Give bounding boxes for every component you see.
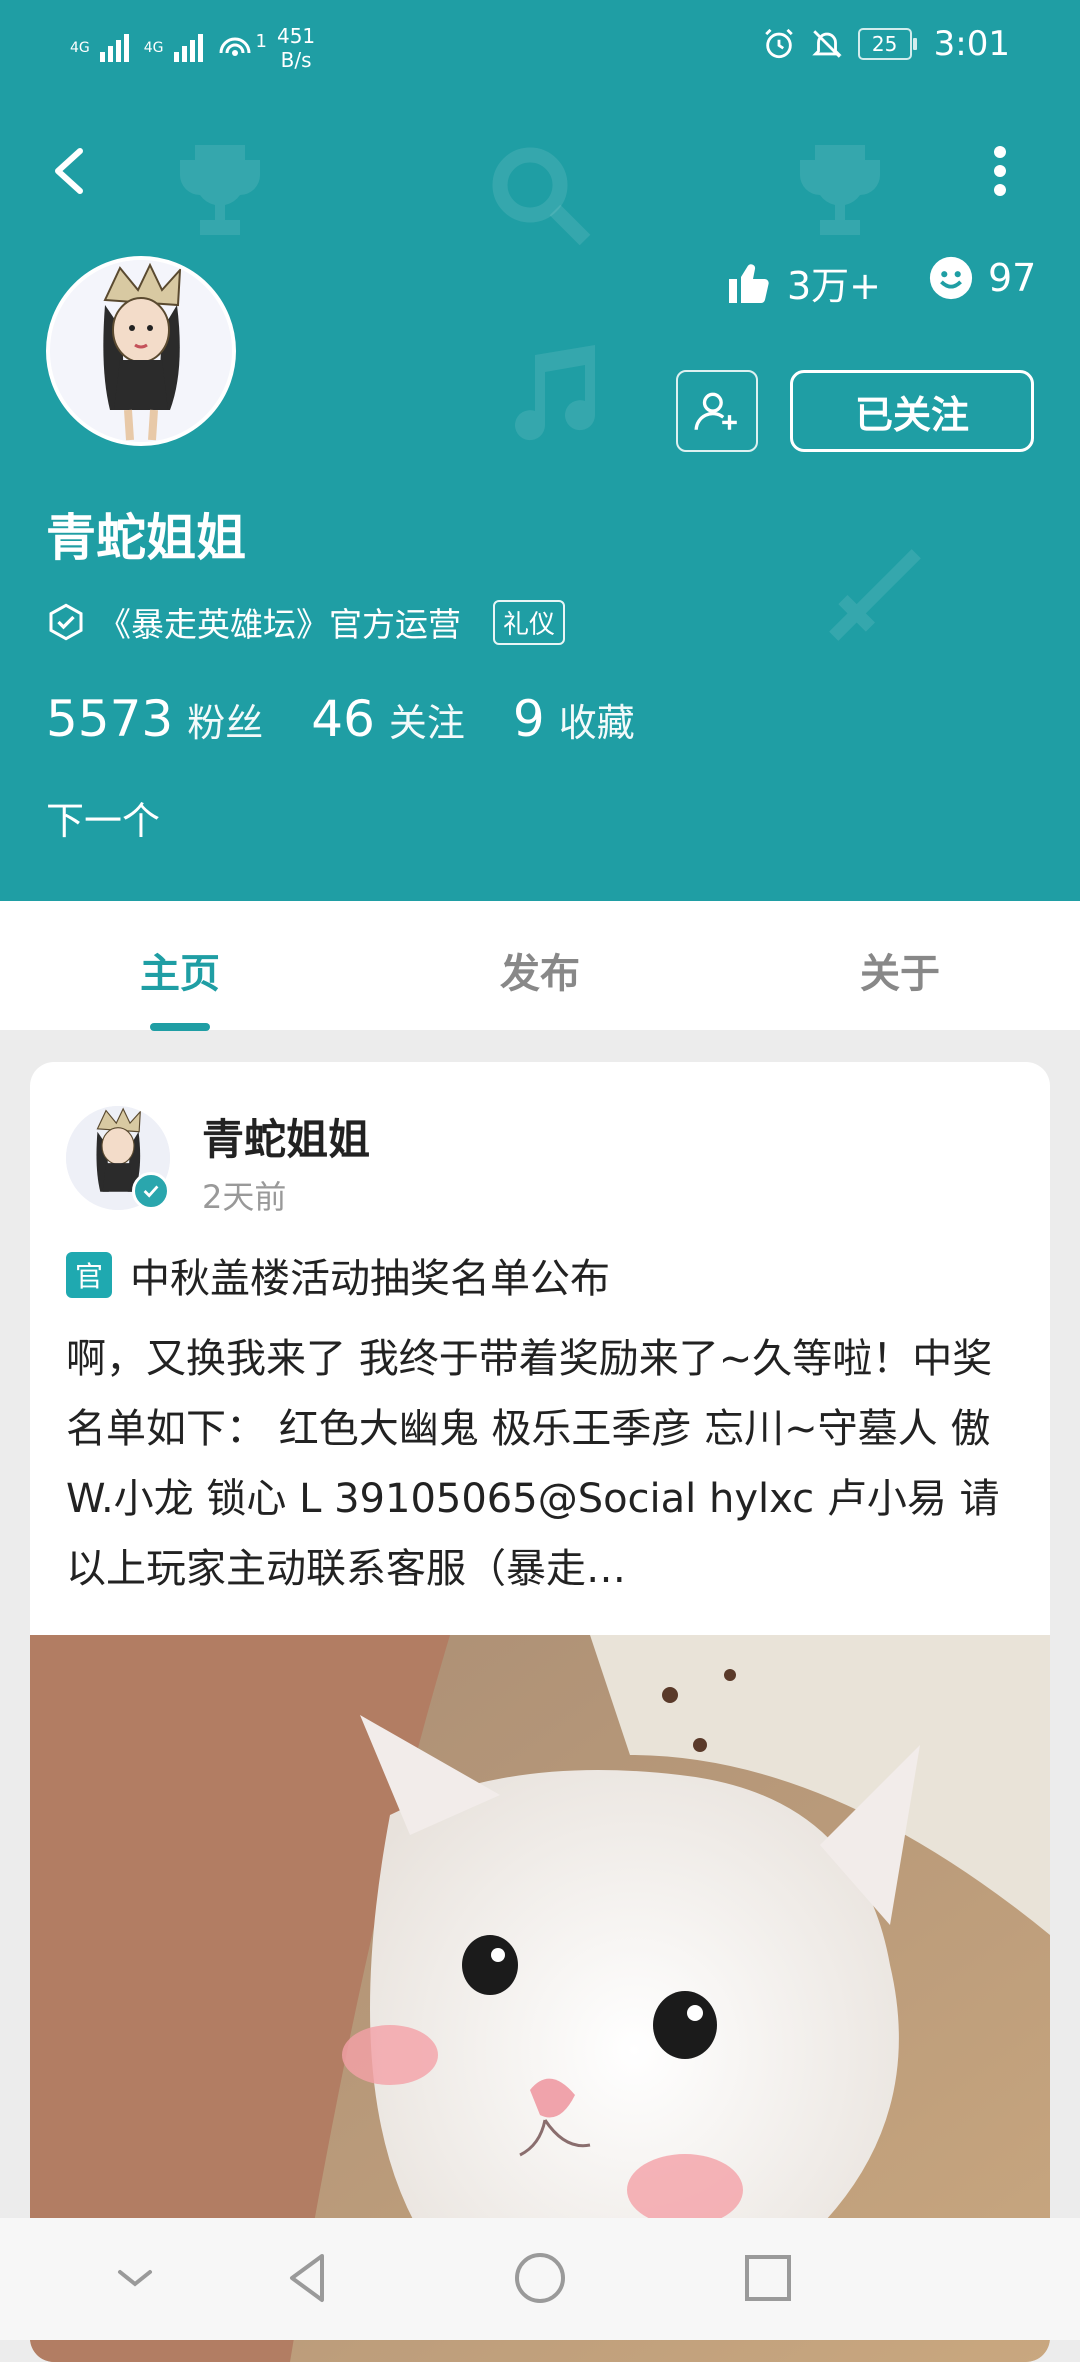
post-title-row[interactable]: 官 中秋盖楼活动抽奖名单公布 xyxy=(66,1246,610,1304)
signal-icon xyxy=(99,34,129,62)
smile-icon xyxy=(929,256,973,300)
nav-home-button[interactable] xyxy=(510,2248,570,2308)
following-count[interactable]: 46 xyxy=(311,690,375,748)
square-recents-icon xyxy=(745,2255,791,2301)
favorites-label[interactable]: 收藏 xyxy=(559,692,635,747)
signal-label-1: 4G xyxy=(70,40,90,56)
clock: 3:01 xyxy=(933,24,1010,64)
verified-badge xyxy=(132,1172,170,1210)
system-navigation-bar xyxy=(0,2218,1080,2340)
circle-home-icon xyxy=(515,2253,565,2303)
verification-text: 《暴走英雄坛》官方运营 xyxy=(98,605,461,644)
net-speed: 451 B/s xyxy=(276,24,316,72)
avatar-illustration xyxy=(50,260,232,442)
hotspot-count: 1 xyxy=(255,30,267,52)
add-friend-button[interactable] xyxy=(676,370,758,452)
followed-button[interactable]: 已关注 xyxy=(790,370,1034,452)
nav-back-button[interactable] xyxy=(280,2248,340,2308)
status-bar: 4G 4G 1 451 B/s 25 3:01 xyxy=(0,18,1080,78)
post-body[interactable]: 啊，又换我来了 我终于带着奖励来了~久等啦！中奖名单如下： 红色大幽鬼 极乐王季… xyxy=(66,1324,1016,1604)
fans-label[interactable]: 粉丝 xyxy=(187,692,263,747)
next-profile-link[interactable]: 下一个 xyxy=(46,790,160,845)
tab-indicator xyxy=(150,1023,210,1031)
official-badge: 官 xyxy=(66,1252,112,1298)
nav-recents-button[interactable] xyxy=(738,2248,798,2308)
triangle-back-icon xyxy=(290,2254,324,2302)
role-tag: 礼仪 xyxy=(493,599,566,645)
following-label[interactable]: 关注 xyxy=(389,692,465,747)
bell-mute-icon xyxy=(811,30,842,58)
profile-name: 青蛇姐姐 xyxy=(46,509,246,567)
verification-row: 《暴走英雄坛》官方运营 礼仪 xyxy=(46,598,566,646)
post-card[interactable]: 青蛇姐姐 2天前 官 中秋盖楼活动抽奖名单公布 啊，又换我来了 我终于带着奖励来… xyxy=(30,1062,1050,2362)
profile-tabs: 主页 发布 关于 xyxy=(0,901,1080,1031)
more-vertical-icon xyxy=(994,146,1006,196)
signal-icon xyxy=(173,34,203,62)
user-add-icon xyxy=(694,392,737,430)
fans-count[interactable]: 5573 xyxy=(46,690,173,748)
thumbs-up-icon xyxy=(729,263,769,303)
back-button[interactable] xyxy=(40,136,100,206)
check-icon xyxy=(143,1185,159,1198)
profile-stats: 5573 粉丝 46 关注 9 收藏 xyxy=(46,690,683,748)
alarm-icon xyxy=(764,28,793,59)
post-author-name[interactable]: 青蛇姐姐 xyxy=(202,1106,370,1167)
hotspot-icon xyxy=(219,37,251,56)
search-pattern-icon xyxy=(492,147,591,246)
sword-pattern-icon xyxy=(829,549,921,641)
more-button[interactable] xyxy=(980,136,1020,206)
chevron-down-icon xyxy=(118,2270,152,2287)
tab-posts[interactable]: 发布 xyxy=(440,941,640,999)
battery-indicator: 25 xyxy=(857,28,917,60)
nav-collapse-button[interactable] xyxy=(105,2248,165,2308)
signal-label-2: 4G xyxy=(143,40,164,56)
profile-header: 4G 4G 1 451 B/s 25 3:01 3万+ 97 已关注 青蛇姐姐 … xyxy=(0,0,1080,901)
tab-home[interactable]: 主页 xyxy=(80,941,280,999)
chevron-left-icon xyxy=(55,148,83,194)
music-pattern-icon xyxy=(515,345,596,441)
likes-count: 3万+ xyxy=(725,255,881,310)
profile-avatar[interactable] xyxy=(46,256,236,446)
smiles-count: 97 xyxy=(928,255,1036,301)
favorites-count[interactable]: 9 xyxy=(513,690,545,748)
post-title: 中秋盖楼活动抽奖名单公布 xyxy=(130,1256,610,1302)
trophy-pattern-icon xyxy=(180,145,260,235)
post-timestamp: 2天前 xyxy=(202,1178,287,1216)
verified-shield-icon xyxy=(49,603,83,641)
trophy-pattern-icon xyxy=(800,145,880,235)
tab-about[interactable]: 关于 xyxy=(800,941,1000,999)
